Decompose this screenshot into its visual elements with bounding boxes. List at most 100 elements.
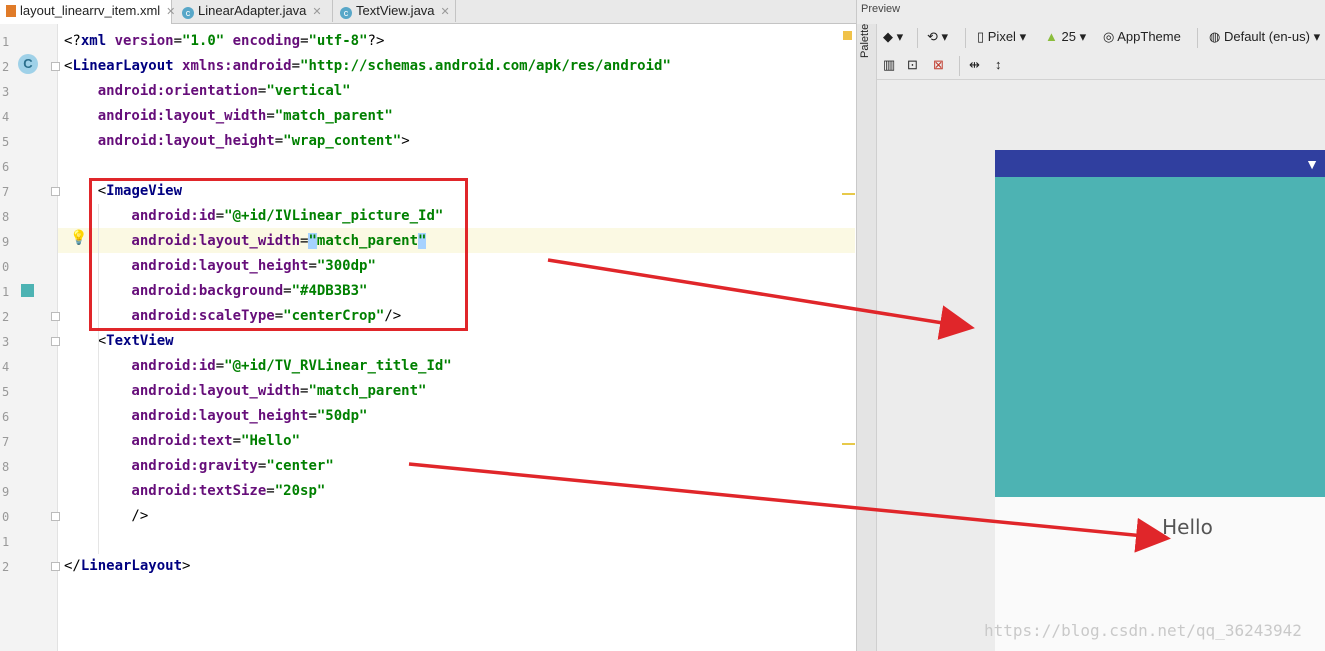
fold-marker-icon[interactable]: [51, 187, 60, 196]
watermark: https://blog.csdn.net/qq_36243942: [984, 621, 1302, 640]
tab-label: layout_linearrv_item.xml: [20, 3, 161, 18]
code-token: =: [266, 108, 275, 124]
code-token: encoding: [232, 33, 301, 49]
divider: [917, 28, 918, 48]
code-line[interactable]: android:orientation="vertical": [64, 79, 351, 104]
code-token: layout_width: [165, 108, 267, 124]
error-view-icon[interactable]: ⊠: [933, 57, 944, 73]
code-line[interactable]: android:textSize="20sp": [64, 479, 325, 504]
code-line[interactable]: <TextView: [64, 329, 174, 354]
orientation-icon[interactable]: ⟲ ▾: [927, 29, 948, 45]
code-line[interactable]: android:gravity="center": [64, 454, 334, 479]
code-token: android:: [64, 433, 199, 449]
code-token: android:: [64, 83, 166, 99]
preview-toolbar-bottom: ▥ ⊡ ⊠ ⇹ ↕: [877, 52, 1325, 80]
tab-linear-adapter[interactable]: c LinearAdapter.java ✕: [176, 0, 333, 22]
code-area[interactable]: <?xml version="1.0" encoding="utf-8"?> <L…: [0, 24, 855, 651]
code-token: textSize: [198, 483, 267, 499]
code-token: layout_height: [198, 408, 309, 424]
palette-sidebar[interactable]: Palette: [857, 24, 877, 651]
imageview-highlight-box: [89, 178, 468, 331]
code-token: =: [291, 58, 301, 74]
code-line[interactable]: <?xml version="1.0" encoding="utf-8"?>: [64, 29, 384, 54]
code-token: xmlns:android: [182, 58, 292, 74]
split-view-icon[interactable]: ▥: [883, 57, 895, 73]
code-token: android:: [64, 358, 199, 374]
code-token: "wrap_content": [283, 133, 402, 149]
device-screen[interactable]: ▼ Hello: [995, 150, 1325, 651]
fold-marker-icon[interactable]: [51, 562, 60, 571]
code-line[interactable]: <LinearLayout xmlns:android="http://sche…: [64, 54, 671, 79]
code-token: "utf-8": [308, 33, 368, 49]
code-line[interactable]: android:layout_height="50dp": [64, 404, 367, 429]
fold-marker-icon[interactable]: [51, 512, 60, 521]
close-icon[interactable]: ✕: [166, 6, 175, 18]
fold-marker-icon[interactable]: [51, 312, 60, 321]
api-label: 25: [1061, 29, 1076, 44]
code-token: <: [64, 333, 107, 349]
code-token: android:: [64, 458, 199, 474]
expand-horizontal-icon[interactable]: ⇹: [969, 57, 980, 73]
java-class-icon: c: [340, 7, 352, 19]
code-token: "match_parent": [308, 383, 427, 399]
wifi-icon: ▼: [1305, 156, 1319, 172]
divider: [965, 28, 966, 48]
locale-dropdown[interactable]: ◍ Default (en-us) ▾: [1209, 29, 1320, 45]
code-token: "vertical": [266, 83, 351, 99]
lightbulb-icon[interactable]: 💡: [70, 229, 87, 246]
close-icon[interactable]: ✕: [312, 6, 321, 18]
warning-marker[interactable]: [842, 193, 855, 195]
code-token: "match_parent": [274, 108, 393, 124]
textview-hello[interactable]: Hello: [995, 502, 1325, 552]
xml-code-editor[interactable]: 1234567890123456789012 <?xml version="1.…: [0, 24, 855, 651]
code-token: >: [182, 558, 191, 574]
warning-marker[interactable]: [842, 443, 855, 445]
palette-label[interactable]: Palette: [859, 0, 871, 58]
code-line[interactable]: android:text="Hello": [64, 429, 300, 454]
close-icon[interactable]: ✕: [441, 6, 450, 18]
locale-label: Default (en-us): [1223, 29, 1310, 44]
inspection-status-icon[interactable]: [843, 31, 852, 40]
code-token: android:: [64, 408, 199, 424]
layers-icon[interactable]: ◆ ▾: [883, 29, 903, 45]
class-badge-icon[interactable]: C: [18, 54, 38, 74]
theme-label: AppTheme: [1117, 29, 1181, 44]
code-token: =: [232, 433, 242, 449]
code-token: "Hello": [241, 433, 301, 449]
code-token: =: [308, 408, 317, 424]
code-token: "20sp": [274, 483, 326, 499]
status-bar: ▼: [995, 150, 1325, 177]
device-label: Pixel: [987, 29, 1016, 44]
fold-marker-icon[interactable]: [51, 337, 60, 346]
code-token: orientation: [165, 83, 258, 99]
zoom-fit-icon[interactable]: ⊡: [907, 57, 918, 73]
imageview-preview[interactable]: [995, 177, 1325, 497]
expand-vertical-icon[interactable]: ↕: [995, 57, 1002, 72]
code-line[interactable]: />: [64, 504, 148, 529]
xml-file-icon: [6, 5, 16, 17]
code-token: layout_height: [165, 133, 275, 149]
indent-guide: [98, 354, 99, 554]
code-line[interactable]: android:layout_width="match_parent": [64, 104, 393, 129]
code-line[interactable]: android:layout_width="match_parent": [64, 379, 426, 404]
code-line[interactable]: </LinearLayout>: [64, 554, 190, 579]
code-token: gravity: [198, 458, 258, 474]
code-token: <?: [64, 33, 81, 49]
tab-label: TextView.java: [356, 3, 435, 18]
fold-marker-icon[interactable]: [51, 62, 60, 71]
code-line[interactable]: android:id="@+id/TV_RVLinear_title_Id": [64, 354, 452, 379]
color-swatch-icon[interactable]: [21, 284, 34, 297]
code-token: "http://schemas.android.com/apk/res/andr…: [300, 58, 671, 74]
code-line[interactable]: android:layout_height="wrap_content">: [64, 129, 410, 154]
api-dropdown[interactable]: ▲ 25 ▾: [1045, 29, 1086, 45]
theme-dropdown[interactable]: ◎ AppTheme: [1103, 29, 1181, 45]
tab-label: LinearAdapter.java: [198, 3, 307, 18]
divider: [1197, 28, 1198, 48]
android-icon: ▲: [1045, 29, 1058, 44]
tab-textview[interactable]: c TextView.java ✕: [334, 0, 456, 22]
java-class-icon: c: [182, 7, 194, 19]
device-dropdown[interactable]: ▯ Pixel ▾: [977, 29, 1026, 45]
code-token: "@+id/TV_RVLinear_title_Id": [224, 358, 452, 374]
code-token: "center": [266, 458, 334, 474]
tab-layout-xml[interactable]: layout_linearrv_item.xml ✕: [0, 0, 175, 24]
